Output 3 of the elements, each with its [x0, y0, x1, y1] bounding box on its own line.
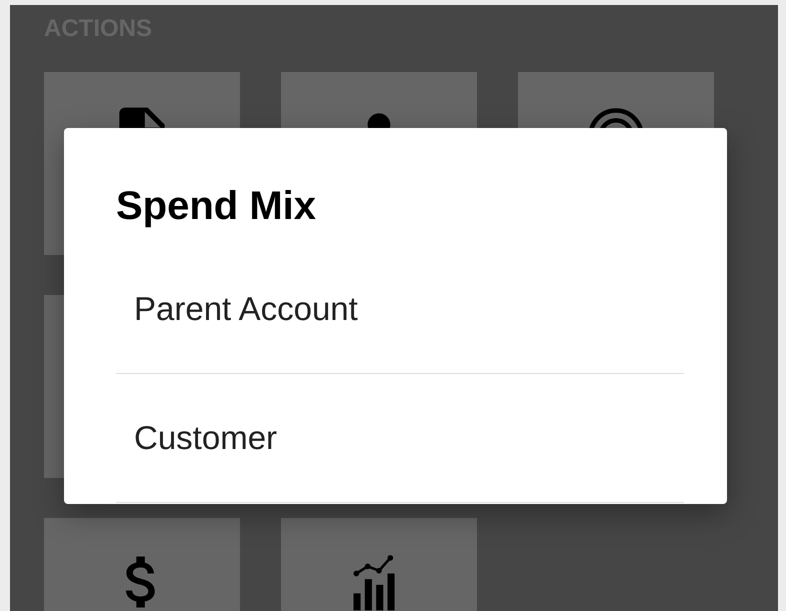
- dialog-title: Spend Mix: [116, 185, 316, 227]
- dialog-option[interactable]: Customer: [116, 374, 684, 503]
- dialog-option[interactable]: Parent Account: [116, 245, 684, 374]
